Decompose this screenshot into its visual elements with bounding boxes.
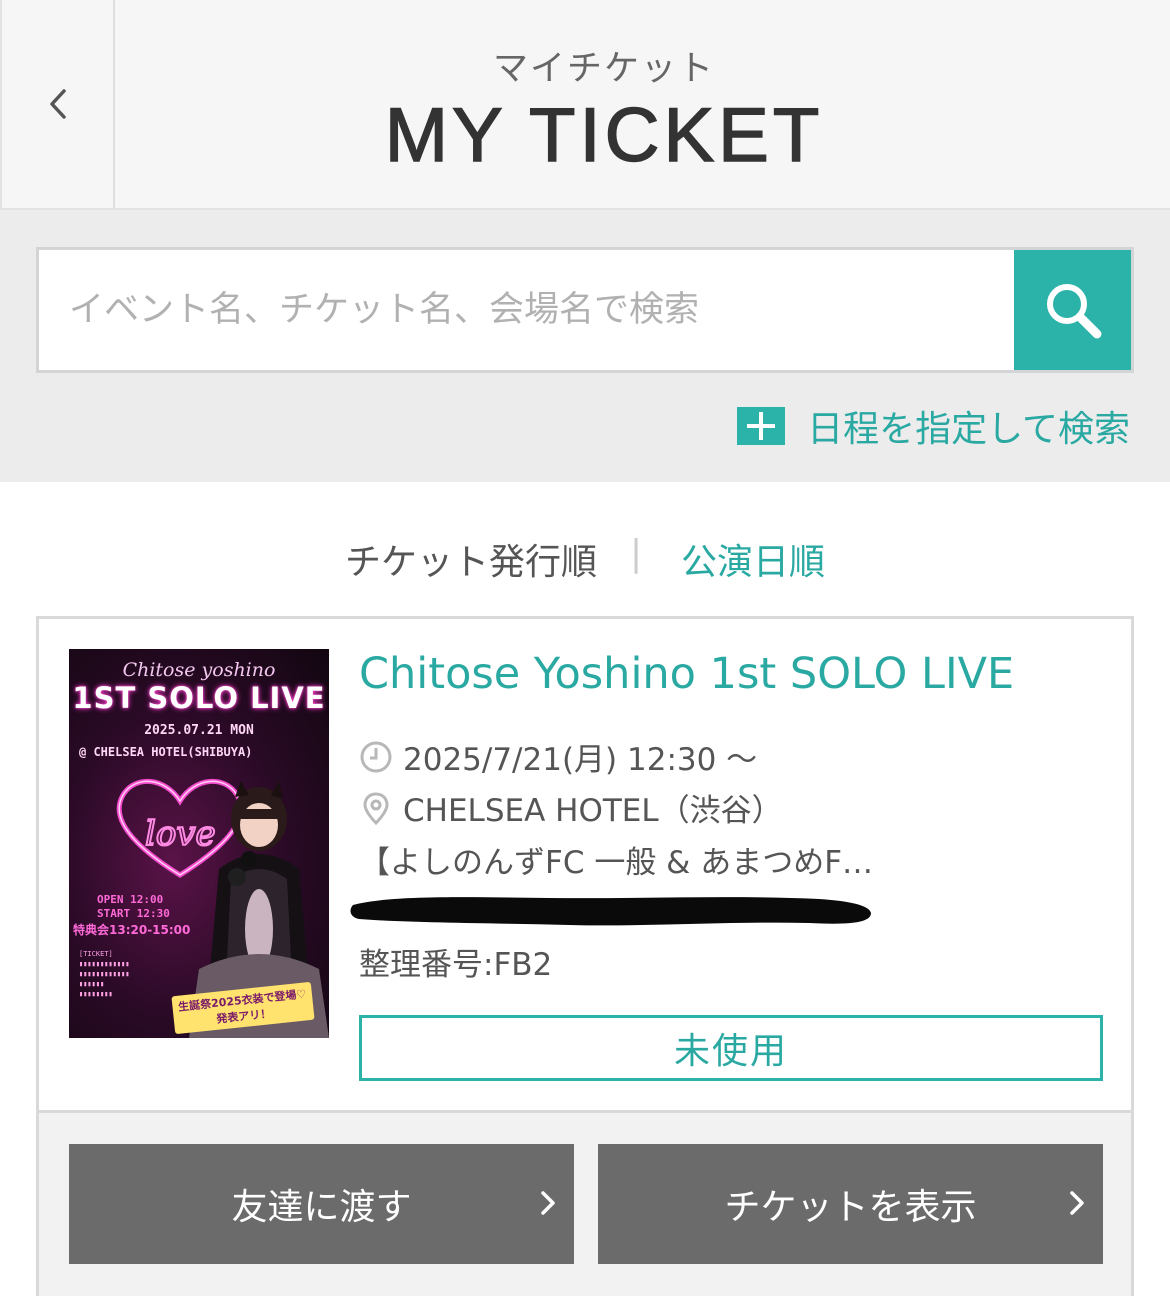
event-datetime: 2025/7/21(月) 12:30 ～ (403, 742, 758, 778)
search-input[interactable] (39, 250, 1015, 370)
show-ticket-label: チケットを表示 (724, 1187, 977, 1228)
poster-date: 2025.07.21 MON (144, 723, 254, 738)
poster-tokuten: 特典会13:20-15:00 (73, 923, 191, 937)
clock-icon (360, 741, 392, 772)
event-title[interactable]: Chitose Yoshino 1st SOLO LIVE (359, 649, 1014, 699)
sort-performance-order[interactable]: 公演日順 (681, 533, 825, 585)
chevron-right-icon (541, 1191, 555, 1215)
chevron-left-icon (49, 89, 66, 119)
redaction-mark (350, 897, 871, 926)
page-title: MY TICKET (384, 92, 824, 179)
search-icon (1046, 284, 1101, 339)
ticket-name: 【よしのんずFC 一般 & あまつめF… (359, 845, 874, 881)
ticket-card: love Chitose yoshino 1ST SOLO LIVE 2025.… (36, 616, 1134, 1296)
give-to-friend-button[interactable]: 友達に渡す (69, 1144, 574, 1264)
date-search-link[interactable]: 日程を指定して検索 (737, 400, 1130, 452)
show-ticket-button[interactable]: チケットを表示 (598, 1144, 1103, 1264)
sort-separator: | (630, 533, 643, 574)
poster-venue: @ CHELSEA HOTEL(SHIBUYA) (79, 745, 253, 759)
give-to-friend-label: 友達に渡す (231, 1187, 412, 1228)
search-box (36, 247, 1134, 373)
poster-open-time: OPEN 12:00 (97, 893, 164, 906)
location-pin-icon (363, 791, 389, 825)
back-button[interactable] (2, 0, 115, 208)
poster-subtitle: Chitose yoshino (122, 659, 276, 681)
search-button[interactable] (1014, 250, 1131, 370)
sort-options: チケット発行順 | 公演日順 (0, 533, 1170, 583)
poster-times: OPEN 12:00 START 12:30 (97, 893, 170, 921)
event-datetime-row: 2025/7/21(月) 12:30 ～ (359, 734, 757, 779)
plus-icon (737, 407, 786, 445)
date-search-label: 日程を指定して検索 (807, 409, 1130, 450)
seat-number: 整理番号:FB2 (359, 947, 553, 983)
poster-ticket-prices: [TICKET] ▮▮▮▮▮▮▮▮▮▮▮▮ ▮▮▮▮▮▮▮▮▮▮▮▮ ▮▮▮▮▮… (79, 950, 130, 998)
event-venue-row: CHELSEA HOTEL（渋谷） (359, 785, 783, 830)
header: マイチケット MY TICKET (0, 0, 1170, 210)
poster-start-time: START 12:30 (97, 907, 170, 920)
poster-title: 1ST SOLO LIVE (72, 681, 326, 715)
sort-issue-order[interactable]: チケット発行順 (345, 533, 597, 585)
chevron-right-icon (1070, 1191, 1084, 1215)
page-subtitle: マイチケット (492, 49, 715, 89)
event-poster: love Chitose yoshino 1ST SOLO LIVE 2025.… (69, 649, 329, 1038)
event-venue: CHELSEA HOTEL（渋谷） (403, 793, 783, 829)
status-badge: 未使用 (359, 1015, 1103, 1081)
search-area: 日程を指定して検索 (0, 210, 1170, 482)
